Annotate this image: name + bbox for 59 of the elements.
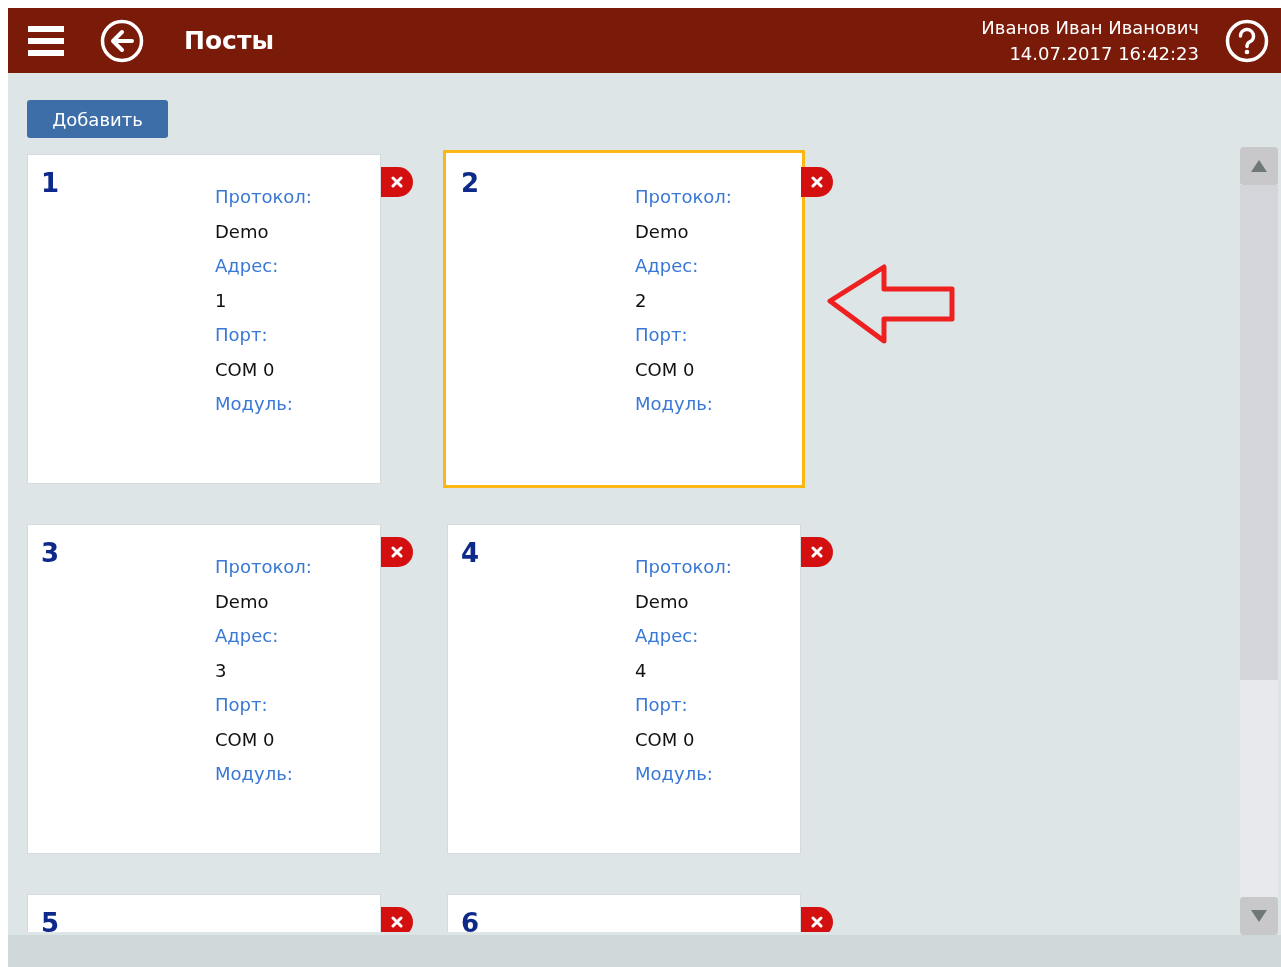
field-value: Demo (215, 589, 270, 614)
page-title: Посты (184, 24, 274, 57)
close-icon (391, 546, 403, 558)
field-label: Протокол: (635, 185, 732, 209)
menu-icon[interactable] (28, 23, 64, 58)
delete-button[interactable] (801, 907, 833, 932)
scroll-up-button[interactable] (1240, 147, 1278, 185)
date-time: 14.07.2017 16:42:23 (1009, 41, 1199, 66)
field-label: Модуль: (635, 762, 714, 786)
field-label: Адрес: (215, 624, 280, 648)
field-label: Порт: (215, 323, 269, 347)
scroll-down-button[interactable] (1240, 897, 1278, 935)
field-label: Протокол: (215, 555, 312, 579)
field-value: COM 0 (635, 727, 696, 752)
field-label: Адрес: (635, 254, 700, 278)
card-number: 5 (41, 908, 61, 932)
field-label: Порт: (635, 693, 689, 717)
delete-button[interactable] (381, 537, 413, 567)
field-value: COM 0 (215, 727, 276, 752)
field-label: Протокол: (215, 185, 312, 209)
field-value: 4 (635, 658, 648, 683)
field-label: Протокол: (635, 555, 732, 579)
field-value: Demo (215, 219, 270, 244)
card-number: 4 (461, 538, 481, 568)
field-value: 3 (215, 658, 228, 683)
close-icon (391, 916, 403, 928)
field-label: Модуль: (215, 762, 294, 786)
add-button[interactable]: Добавить (27, 100, 168, 138)
delete-button[interactable] (801, 537, 833, 567)
field-value: 2 (635, 288, 648, 313)
help-icon[interactable] (1225, 18, 1269, 63)
field-label: Адрес: (635, 624, 700, 648)
delete-button[interactable] (381, 907, 413, 932)
up-triangle-icon (1251, 160, 1267, 172)
field-label: Модуль: (635, 392, 714, 416)
field-label: Модуль: (215, 392, 294, 416)
user-name: Иванов Иван Иванович (981, 15, 1199, 40)
card-number: 2 (461, 168, 481, 198)
field-value: Demo (635, 219, 690, 244)
card-number: 6 (461, 908, 481, 932)
card-number: 1 (41, 168, 61, 198)
field-value: 1 (215, 288, 228, 313)
delete-button[interactable] (801, 167, 833, 197)
down-triangle-icon (1251, 910, 1267, 922)
back-icon[interactable] (100, 18, 144, 63)
delete-button[interactable] (381, 167, 413, 197)
field-value: Demo (635, 589, 690, 614)
close-icon (811, 546, 823, 558)
scrollbar[interactable] (1240, 147, 1278, 935)
field-label: Порт: (215, 693, 269, 717)
scroll-thumb[interactable] (1240, 185, 1278, 680)
close-icon (811, 176, 823, 188)
field-label: Адрес: (215, 254, 280, 278)
field-value: COM 0 (635, 357, 696, 382)
close-icon (811, 916, 823, 928)
close-icon (391, 176, 403, 188)
card-number: 3 (41, 538, 61, 568)
field-value: COM 0 (215, 357, 276, 382)
field-label: Порт: (635, 323, 689, 347)
